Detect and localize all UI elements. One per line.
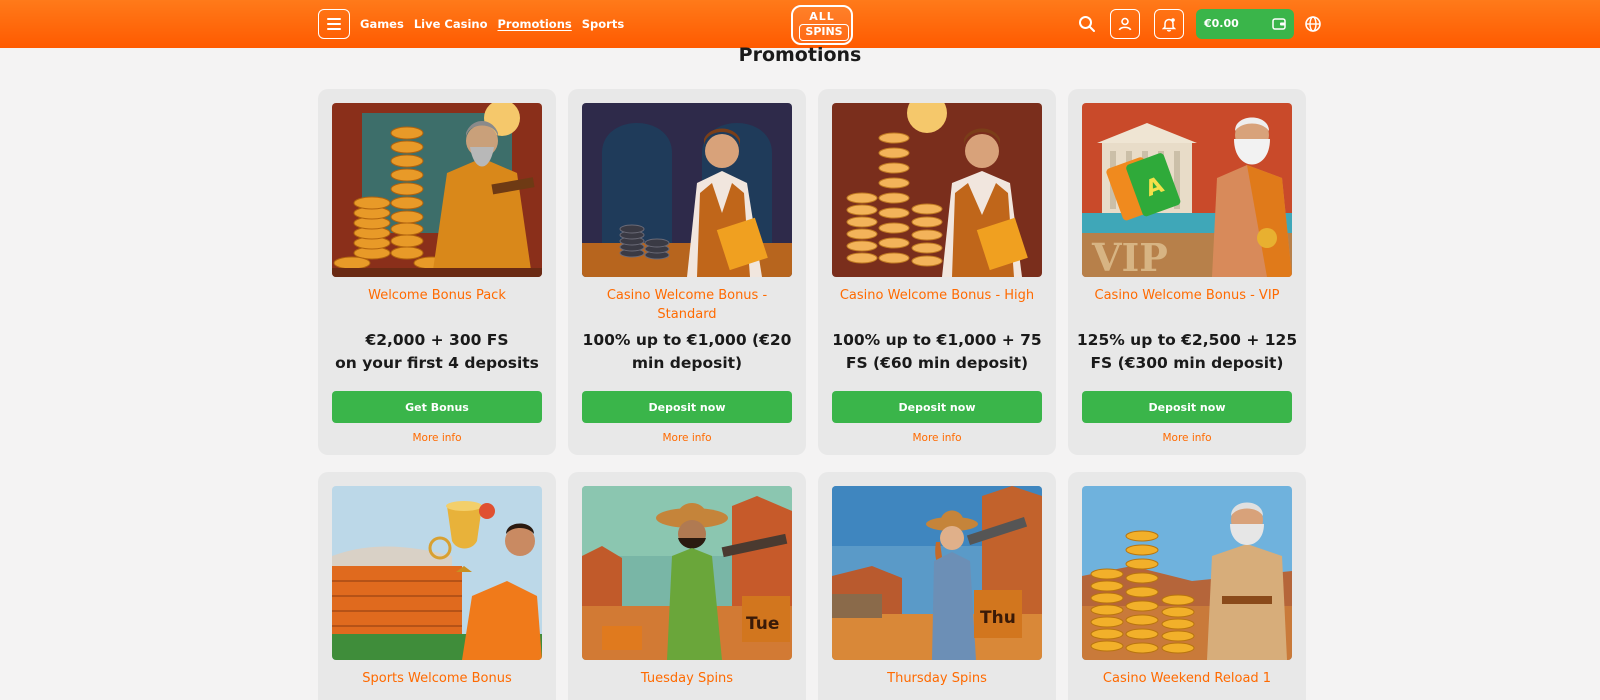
promo-image-weekend-reload[interactable] [1082,486,1292,660]
promo-offer-line2: FS (€60 min deposit) [845,354,1029,372]
wallet-icon [1272,18,1286,30]
promo-title: Tuesday Spins [640,671,734,686]
promo-offer-line1: 100% up to €1,000 + 75 [832,331,1042,349]
more-info-link[interactable]: More info [1082,432,1292,444]
balance-amount: €0.00 [1204,17,1239,30]
deposit-now-button[interactable]: Deposit now [582,391,792,423]
promo-image-football-trophy[interactable] [332,486,542,660]
nav-games[interactable]: Games [360,17,404,31]
hamburger-icon [327,18,341,30]
promo-offer-line2: on your first 4 deposits [335,354,539,372]
promo-card: VIP A Casino Welcome Bonus - VIP 125% up… [1068,89,1306,455]
bell-icon [1162,17,1176,32]
promo-card: Thu Thursday Spins [818,472,1056,700]
user-icon [1118,17,1132,31]
promo-title: Casino Welcome Bonus - Standard [606,288,768,322]
notifications-button[interactable] [1154,9,1184,39]
promo-offer: 100% up to €1,000 (€20 min deposit) [576,329,798,375]
nav-live-casino[interactable]: Live Casino [414,17,488,31]
promo-card: Sports Welcome Bonus [318,472,556,700]
promo-card: Tue Tuesday Spins [568,472,806,700]
promo-card: Casino Welcome Bonus - Standard 100% up … [568,89,806,455]
more-info-link[interactable]: More info [582,432,792,444]
promo-title: Welcome Bonus Pack [368,288,506,303]
search-icon[interactable] [1078,15,1096,33]
menu-button[interactable] [318,9,350,39]
top-bar-content: Games Live Casino Promotions Sports ALL … [318,0,1322,48]
promo-offer-line2: FS (€300 min deposit) [1090,354,1284,372]
promo-image-dealer-high[interactable] [832,103,1042,277]
logo[interactable]: ALL SPINS [785,2,857,46]
more-info-link[interactable]: More info [832,432,1042,444]
promo-title: Casino Weekend Reload 1 [1102,671,1272,686]
nav-sports[interactable]: Sports [582,17,624,31]
promo-title: Thursday Spins [887,671,987,686]
promo-offer-line1: 125% up to €2,500 + 125 [1076,331,1298,349]
main-nav: Games Live Casino Promotions Sports [360,0,624,48]
top-bar: Games Live Casino Promotions Sports ALL … [0,0,1600,48]
logo-frame: ALL SPINS [791,5,853,45]
wallet-balance-button[interactable]: €0.00 [1196,9,1294,39]
thursday-image-text: Thu [980,608,1016,628]
logo-top-text: ALL [809,10,835,23]
promo-offer: 125% up to €2,500 + 125 FS (€300 min dep… [1076,329,1298,375]
promo-image-zeus-vip[interactable]: VIP A [1082,103,1292,277]
promo-image-wizard[interactable] [332,103,542,277]
promo-card: Casino Welcome Bonus - High 100% up to €… [818,89,1056,455]
promo-card: Casino Weekend Reload 1 [1068,472,1306,700]
promo-image-cowboy-tuesday[interactable]: Tue [582,486,792,660]
promo-offer-line1: 100% up to €1,000 (€20 [582,331,792,349]
promo-title: Casino Welcome Bonus - VIP [1094,288,1280,303]
vip-image-text: VIP [1091,235,1168,277]
deposit-now-button[interactable]: Deposit now [832,391,1042,423]
promo-title: Casino Welcome Bonus - High [839,288,1035,303]
globe-icon[interactable] [1304,15,1322,33]
promo-offer-line2: min deposit) [631,354,743,372]
promo-offer: 100% up to €1,000 + 75 FS (€60 min depos… [826,329,1048,375]
more-info-link[interactable]: More info [332,432,542,444]
logo-bottom-text: SPINS [799,24,849,41]
page-title: Promotions [738,44,862,66]
promo-image-dealer-standard[interactable] [582,103,792,277]
deposit-now-button[interactable]: Deposit now [1082,391,1292,423]
promo-card: Welcome Bonus Pack €2,000 + 300 FS on yo… [318,89,556,455]
tuesday-image-text: Tue [746,614,779,634]
promo-offer: €2,000 + 300 FS on your first 4 deposits [326,329,548,375]
promo-title: Sports Welcome Bonus [362,671,512,686]
nav-promotions[interactable]: Promotions [497,17,571,31]
account-button[interactable] [1110,9,1140,39]
promo-image-cowgirl-thursday[interactable]: Thu [832,486,1042,660]
get-bonus-button[interactable]: Get Bonus [332,391,542,423]
promo-offer-line1: €2,000 + 300 FS [365,331,509,349]
